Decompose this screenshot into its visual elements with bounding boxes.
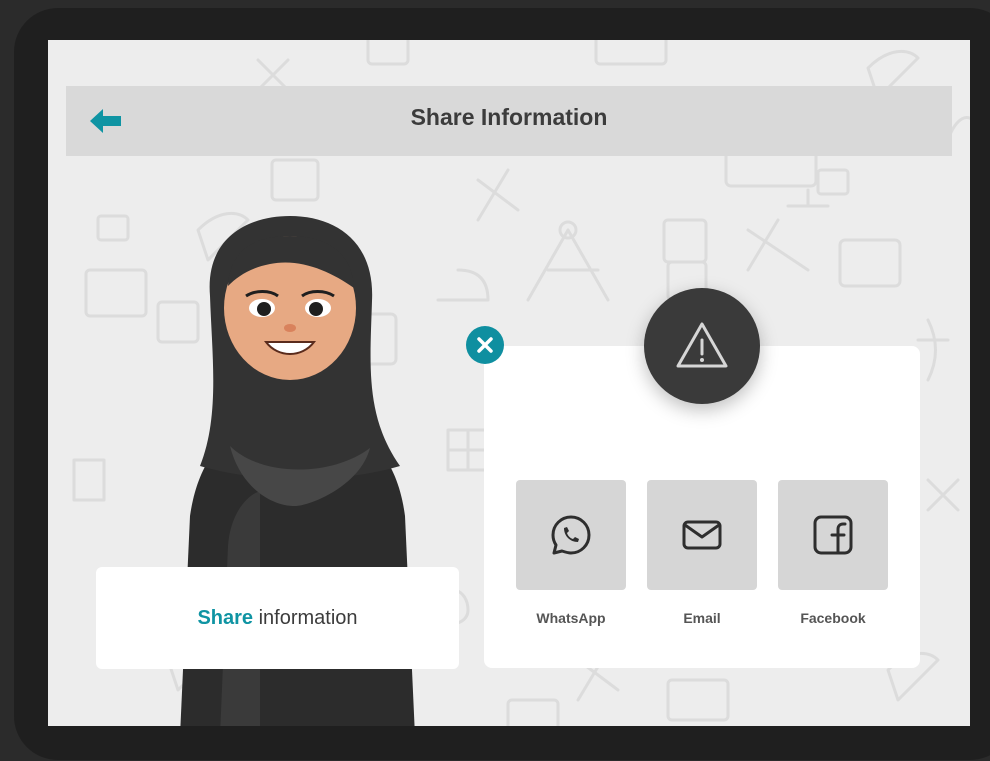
- label-rest: information: [253, 606, 358, 629]
- warning-icon: [676, 322, 728, 368]
- facebook-icon: [813, 515, 853, 555]
- whatsapp-share-button[interactable]: [516, 480, 626, 590]
- header-bar: Share Information: [66, 86, 952, 156]
- app-screen: Share Information Share information What…: [48, 40, 970, 726]
- page-title: Share Information: [410, 104, 608, 130]
- facebook-share-button[interactable]: [778, 480, 888, 590]
- close-button[interactable]: [466, 326, 504, 364]
- email-label: Email: [683, 610, 721, 626]
- alert-badge: [644, 288, 760, 404]
- email-icon: [682, 520, 722, 550]
- email-share-button[interactable]: [647, 480, 757, 590]
- facebook-label: Facebook: [800, 610, 866, 626]
- close-icon: [477, 337, 493, 353]
- label-highlight: Share: [197, 606, 254, 629]
- share-information-label-card: Share information: [96, 567, 459, 669]
- whatsapp-icon: [551, 515, 591, 555]
- whatsapp-label: WhatsApp: [536, 610, 606, 626]
